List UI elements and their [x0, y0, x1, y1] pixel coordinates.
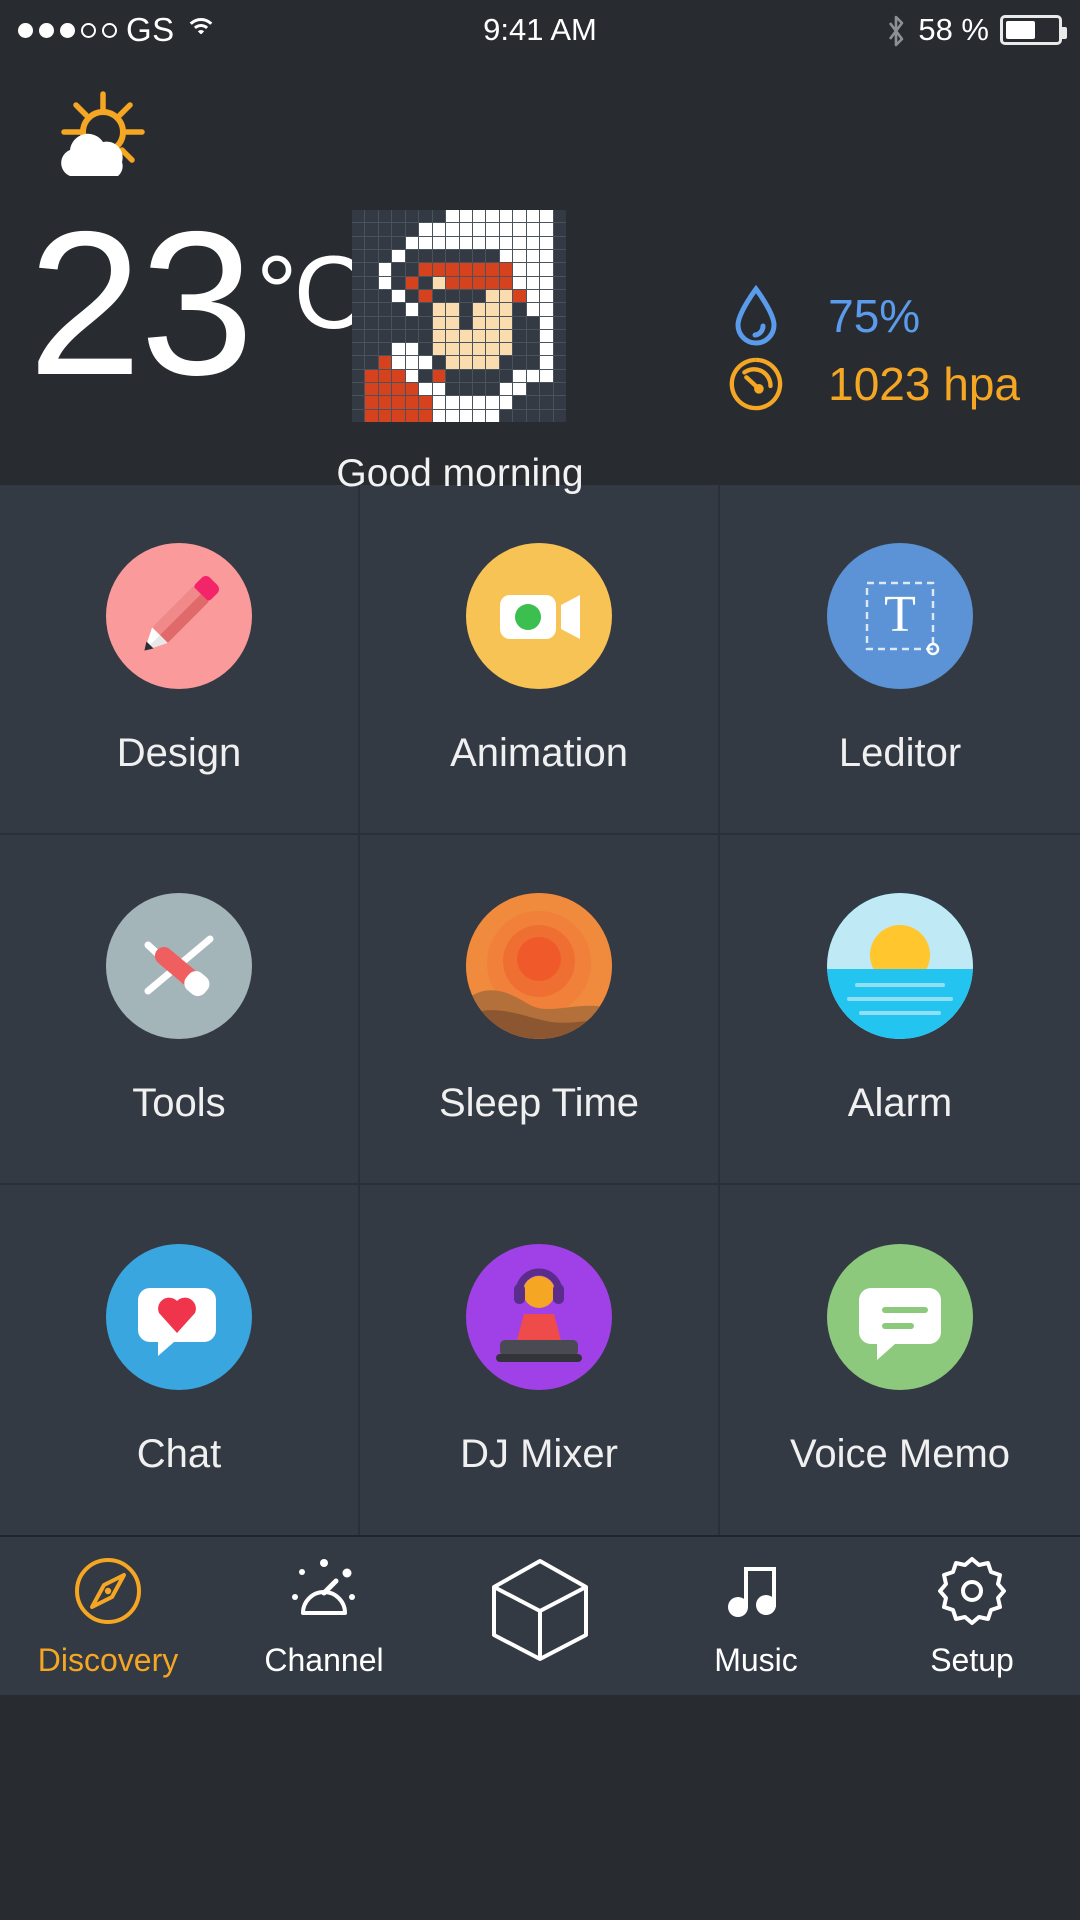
swiss-knife-icon: [106, 892, 252, 1039]
app-tile-chat[interactable]: Chat: [0, 1185, 360, 1535]
app-grid: Design Animation T Leditor Tools Sleep T…: [0, 485, 1080, 1535]
app-tile-design[interactable]: Design: [0, 485, 360, 835]
bottom-tab-bar: Discovery Channel Music Setup: [0, 1535, 1080, 1695]
battery-icon: [1000, 15, 1067, 45]
text-tool-icon: T: [827, 542, 973, 689]
gauge-icon: [728, 355, 784, 413]
tab-label: Setup: [930, 1641, 1014, 1678]
weather-header: 23 °C Good morning 75% 1023 hpa: [0, 60, 1080, 495]
tab-label: Music: [714, 1641, 798, 1678]
tab-channel[interactable]: Channel: [216, 1537, 432, 1695]
app-label: Chat: [136, 1431, 222, 1476]
app-label: Sleep Time: [438, 1080, 640, 1125]
sunset-dunes-icon: [466, 892, 612, 1039]
app-label: Leditor: [838, 730, 962, 775]
speech-bubble-icon: [827, 1243, 973, 1390]
gear-icon: [936, 1554, 1008, 1628]
compass-icon: [72, 1554, 144, 1628]
humidity-stat: 75%: [728, 282, 1020, 350]
temperature-unit: °C: [256, 235, 369, 351]
app-tile-voice-memo[interactable]: Voice Memo: [720, 1185, 1080, 1535]
app-label: Voice Memo: [789, 1431, 1011, 1476]
app-tile-sleep-time[interactable]: Sleep Time: [360, 835, 720, 1185]
sun-behind-cloud-icon: [48, 90, 158, 190]
heart-bubble-icon: [106, 1243, 252, 1390]
pencil-icon: [106, 542, 252, 689]
dj-icon: [466, 1243, 612, 1390]
tab-cube[interactable]: [432, 1537, 648, 1695]
bluetooth-icon: [885, 14, 907, 47]
app-tile-animation[interactable]: Animation: [360, 485, 720, 835]
tab-label: Discovery: [37, 1641, 179, 1678]
pixel-avatar: [352, 210, 566, 422]
svg-text:T: T: [884, 586, 916, 643]
temperature-display: 23 °C: [28, 189, 369, 418]
tab-setup[interactable]: Setup: [864, 1537, 1080, 1695]
status-time: 9:41 AM: [483, 12, 597, 47]
tab-discovery[interactable]: Discovery: [0, 1537, 216, 1695]
app-tile-tools[interactable]: Tools: [0, 835, 360, 1185]
water-drop-icon: [728, 285, 784, 347]
cube-icon: [486, 1554, 594, 1664]
app-label: Animation: [450, 730, 628, 775]
app-label: Design: [116, 730, 242, 775]
pressure-stat: 1023 hpa: [728, 350, 1020, 418]
weather-stats: 75% 1023 hpa: [728, 282, 1020, 418]
humidity-value: 75%: [828, 290, 921, 342]
tab-label: Channel: [264, 1641, 384, 1678]
tab-music[interactable]: Music: [648, 1537, 864, 1695]
app-tile-alarm[interactable]: Alarm: [720, 835, 1080, 1185]
app-label: Tools: [132, 1080, 226, 1125]
app-tile-leditor[interactable]: T Leditor: [720, 485, 1080, 835]
app-tile-dj-mixer[interactable]: DJ Mixer: [360, 1185, 720, 1535]
pressure-value: 1023 hpa: [828, 358, 1020, 410]
greeting-text: Good morning: [336, 452, 584, 495]
sunrise-sea-icon: [827, 892, 973, 1039]
music-note-icon: [720, 1554, 792, 1628]
radar-dome-icon: [285, 1554, 363, 1628]
video-camera-icon: [466, 542, 612, 689]
app-label: Alarm: [847, 1080, 953, 1125]
temperature-value: 23: [28, 189, 254, 418]
status-bar: GS 9:41 AM 58 %: [0, 0, 1080, 60]
app-label: DJ Mixer: [460, 1431, 618, 1476]
